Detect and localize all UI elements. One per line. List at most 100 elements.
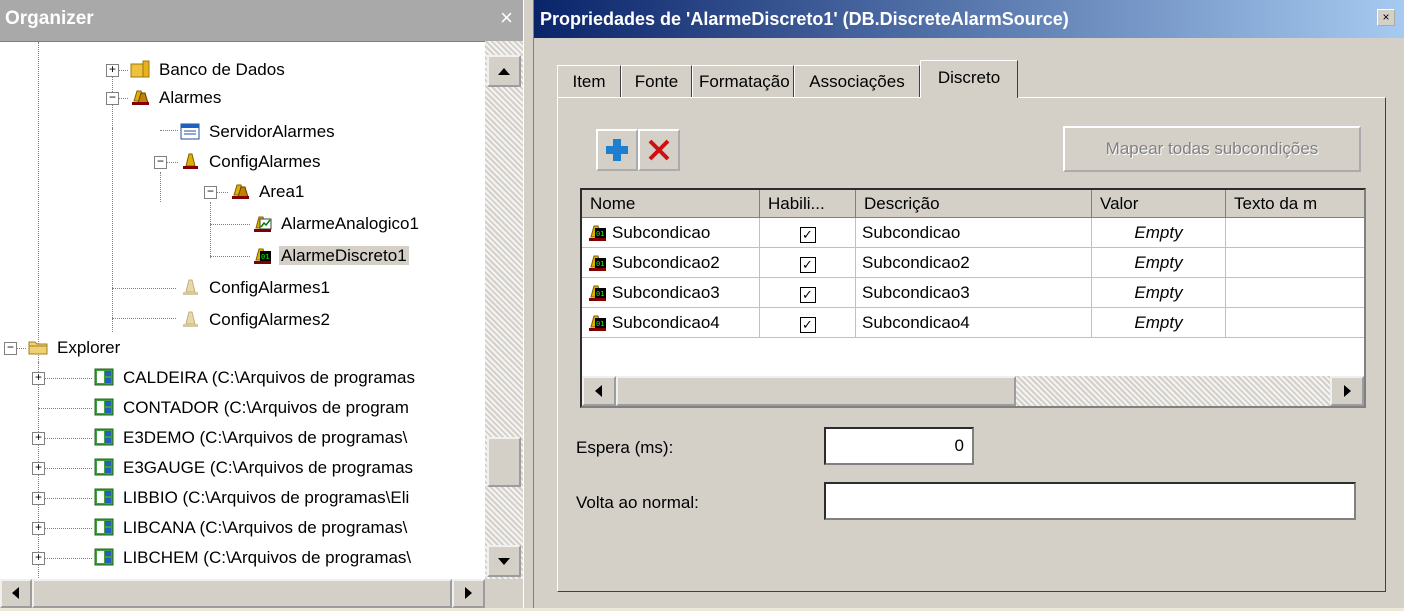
table-cell-valor[interactable]: Empty	[1092, 218, 1226, 248]
svg-text:01: 01	[596, 260, 604, 268]
scroll-up-button[interactable]	[487, 55, 521, 87]
arrow-up-icon	[498, 68, 510, 75]
scroll-right-button[interactable]	[1330, 376, 1364, 406]
tab-formatacao[interactable]: Formatação	[692, 65, 794, 97]
tree-item-e3demo[interactable]: E3DEMO (C:\Arquivos de programas\	[94, 424, 409, 452]
folder-icon	[28, 337, 48, 357]
volta-ao-normal-input[interactable]	[824, 482, 1356, 520]
table-row-name[interactable]: 01 Subcondicao4	[582, 308, 760, 338]
table-cell-valor[interactable]: Empty	[1092, 248, 1226, 278]
tree-item-alarmes[interactable]: Alarmes	[130, 84, 223, 112]
table-row-name[interactable]: 01 Subcondicao2	[582, 248, 760, 278]
svg-text:01: 01	[596, 320, 604, 328]
tree-item-alarme-discreto1[interactable]: 01 AlarmeDiscreto1	[252, 242, 409, 270]
delete-x-icon	[648, 139, 670, 161]
table-row-name[interactable]: 01 Subcondicao	[582, 218, 760, 248]
scroll-down-button[interactable]	[487, 545, 521, 577]
subconditions-grid: Nome Habili... Descrição Valor Texto da …	[580, 188, 1366, 408]
alarm-server-icon	[180, 121, 200, 141]
tree-item-caldeira[interactable]: CALDEIRA (C:\Arquivos de programas	[94, 364, 417, 392]
library-icon	[94, 427, 114, 447]
espera-input[interactable]: 0	[824, 427, 974, 465]
discrete-alarm-icon: 01	[588, 251, 608, 277]
library-icon	[94, 367, 114, 387]
tree-item-config-alarmes2[interactable]: ConfigAlarmes2	[180, 306, 332, 334]
discrete-alarm-icon: 01	[588, 311, 608, 337]
enabled-checkbox[interactable]: ✓	[760, 248, 856, 278]
tree-vertical-scrollbar[interactable]	[485, 41, 523, 579]
svg-text:01: 01	[596, 290, 604, 298]
add-button[interactable]	[596, 129, 638, 171]
table-cell-texto[interactable]	[1226, 248, 1364, 278]
enabled-checkbox[interactable]: ✓	[760, 218, 856, 248]
close-icon[interactable]: ×	[500, 6, 513, 30]
table-cell-texto[interactable]	[1226, 308, 1364, 338]
discrete-alarm-icon: 01	[588, 221, 608, 247]
discrete-alarm-icon: 01	[252, 245, 272, 265]
alarm-config-disabled-icon	[180, 309, 200, 329]
volta-ao-normal-label: Volta ao normal:	[576, 493, 699, 512]
organizer-titlebar: Organizer ×	[0, 0, 523, 41]
library-icon	[94, 547, 114, 567]
tree-item-alarme-analogico1[interactable]: AlarmeAnalogico1	[252, 210, 421, 238]
properties-title: Propriedades de 'AlarmeDiscreto1' (DB.Di…	[540, 9, 1069, 29]
alarm-config-disabled-icon	[180, 277, 200, 297]
column-header-descricao[interactable]: Descrição	[856, 190, 1092, 218]
tree-item-area1[interactable]: Area1	[230, 178, 306, 206]
close-icon[interactable]: ×	[1377, 9, 1395, 26]
arrow-left-icon	[12, 587, 19, 599]
arrow-right-icon	[1344, 385, 1351, 397]
alarm-config-icon	[180, 151, 200, 171]
scroll-left-button[interactable]	[0, 579, 32, 608]
table-cell-descricao[interactable]: Subcondicao2	[856, 248, 1092, 278]
tree-item-servidor-alarmes[interactable]: ServidorAlarmes	[180, 118, 337, 146]
library-icon	[94, 517, 114, 537]
tree-horizontal-scrollbar[interactable]	[0, 579, 485, 608]
alarm-folder-icon	[130, 87, 150, 107]
table-row-name[interactable]: 01 Subcondicao3	[582, 278, 760, 308]
table-cell-descricao[interactable]: Subcondicao4	[856, 308, 1092, 338]
tree-item-config-alarmes1[interactable]: ConfigAlarmes1	[180, 274, 332, 302]
column-header-valor[interactable]: Valor	[1092, 190, 1226, 218]
library-icon	[94, 457, 114, 477]
grid-horizontal-scrollbar[interactable]	[582, 376, 1364, 406]
scroll-thumb[interactable]	[616, 376, 1016, 406]
tree-item-contador[interactable]: CONTADOR (C:\Arquivos de program	[94, 394, 411, 422]
organizer-tree: + Banco de Dados − Alarmes ServidorAlarm…	[0, 41, 485, 580]
tree-item-explorer[interactable]: Explorer	[28, 334, 122, 362]
delete-button[interactable]	[638, 129, 680, 171]
tree-item-libbio[interactable]: LIBBIO (C:\Arquivos de programas\Eli	[94, 484, 411, 512]
column-header-nome[interactable]: Nome	[582, 190, 760, 218]
scroll-left-button[interactable]	[582, 376, 616, 406]
discrete-alarm-icon: 01	[588, 281, 608, 307]
tree-item-banco-de-dados[interactable]: Banco de Dados	[130, 56, 287, 84]
scroll-thumb[interactable]	[32, 579, 452, 608]
table-cell-valor[interactable]: Empty	[1092, 278, 1226, 308]
table-cell-valor[interactable]: Empty	[1092, 308, 1226, 338]
tab-fonte[interactable]: Fonte	[621, 65, 692, 97]
tab-panel-discreto: Mapear todas subcondições Nome Habili...…	[557, 97, 1386, 592]
arrow-left-icon	[595, 385, 602, 397]
properties-panel: Propriedades de 'AlarmeDiscreto1' (DB.Di…	[533, 0, 1404, 608]
enabled-checkbox[interactable]: ✓	[760, 278, 856, 308]
tree-item-config-alarmes[interactable]: ConfigAlarmes	[180, 148, 323, 176]
tree-item-e3gauge[interactable]: E3GAUGE (C:\Arquivos de programas	[94, 454, 415, 482]
tab-discreto[interactable]: Discreto	[920, 60, 1018, 98]
scroll-right-button[interactable]	[452, 579, 485, 608]
plus-icon	[606, 139, 628, 161]
properties-titlebar: Propriedades de 'AlarmeDiscreto1' (DB.Di…	[534, 0, 1404, 38]
tab-associacoes[interactable]: Associações	[794, 65, 920, 97]
espera-label: Espera (ms):	[576, 438, 674, 457]
table-cell-descricao[interactable]: Subcondicao	[856, 218, 1092, 248]
table-cell-texto[interactable]	[1226, 218, 1364, 248]
column-header-habilitado[interactable]: Habili...	[760, 190, 856, 218]
scroll-thumb[interactable]	[487, 437, 521, 487]
column-header-texto[interactable]: Texto da m	[1226, 190, 1364, 218]
tree-item-libchem[interactable]: LIBCHEM (C:\Arquivos de programas\	[94, 544, 413, 572]
table-cell-descricao[interactable]: Subcondicao3	[856, 278, 1092, 308]
tree-item-libcana[interactable]: LIBCANA (C:\Arquivos de programas\	[94, 514, 409, 542]
analog-alarm-icon	[252, 213, 272, 233]
tab-item[interactable]: Item	[557, 65, 621, 97]
enabled-checkbox[interactable]: ✓	[760, 308, 856, 338]
table-cell-texto[interactable]	[1226, 278, 1364, 308]
